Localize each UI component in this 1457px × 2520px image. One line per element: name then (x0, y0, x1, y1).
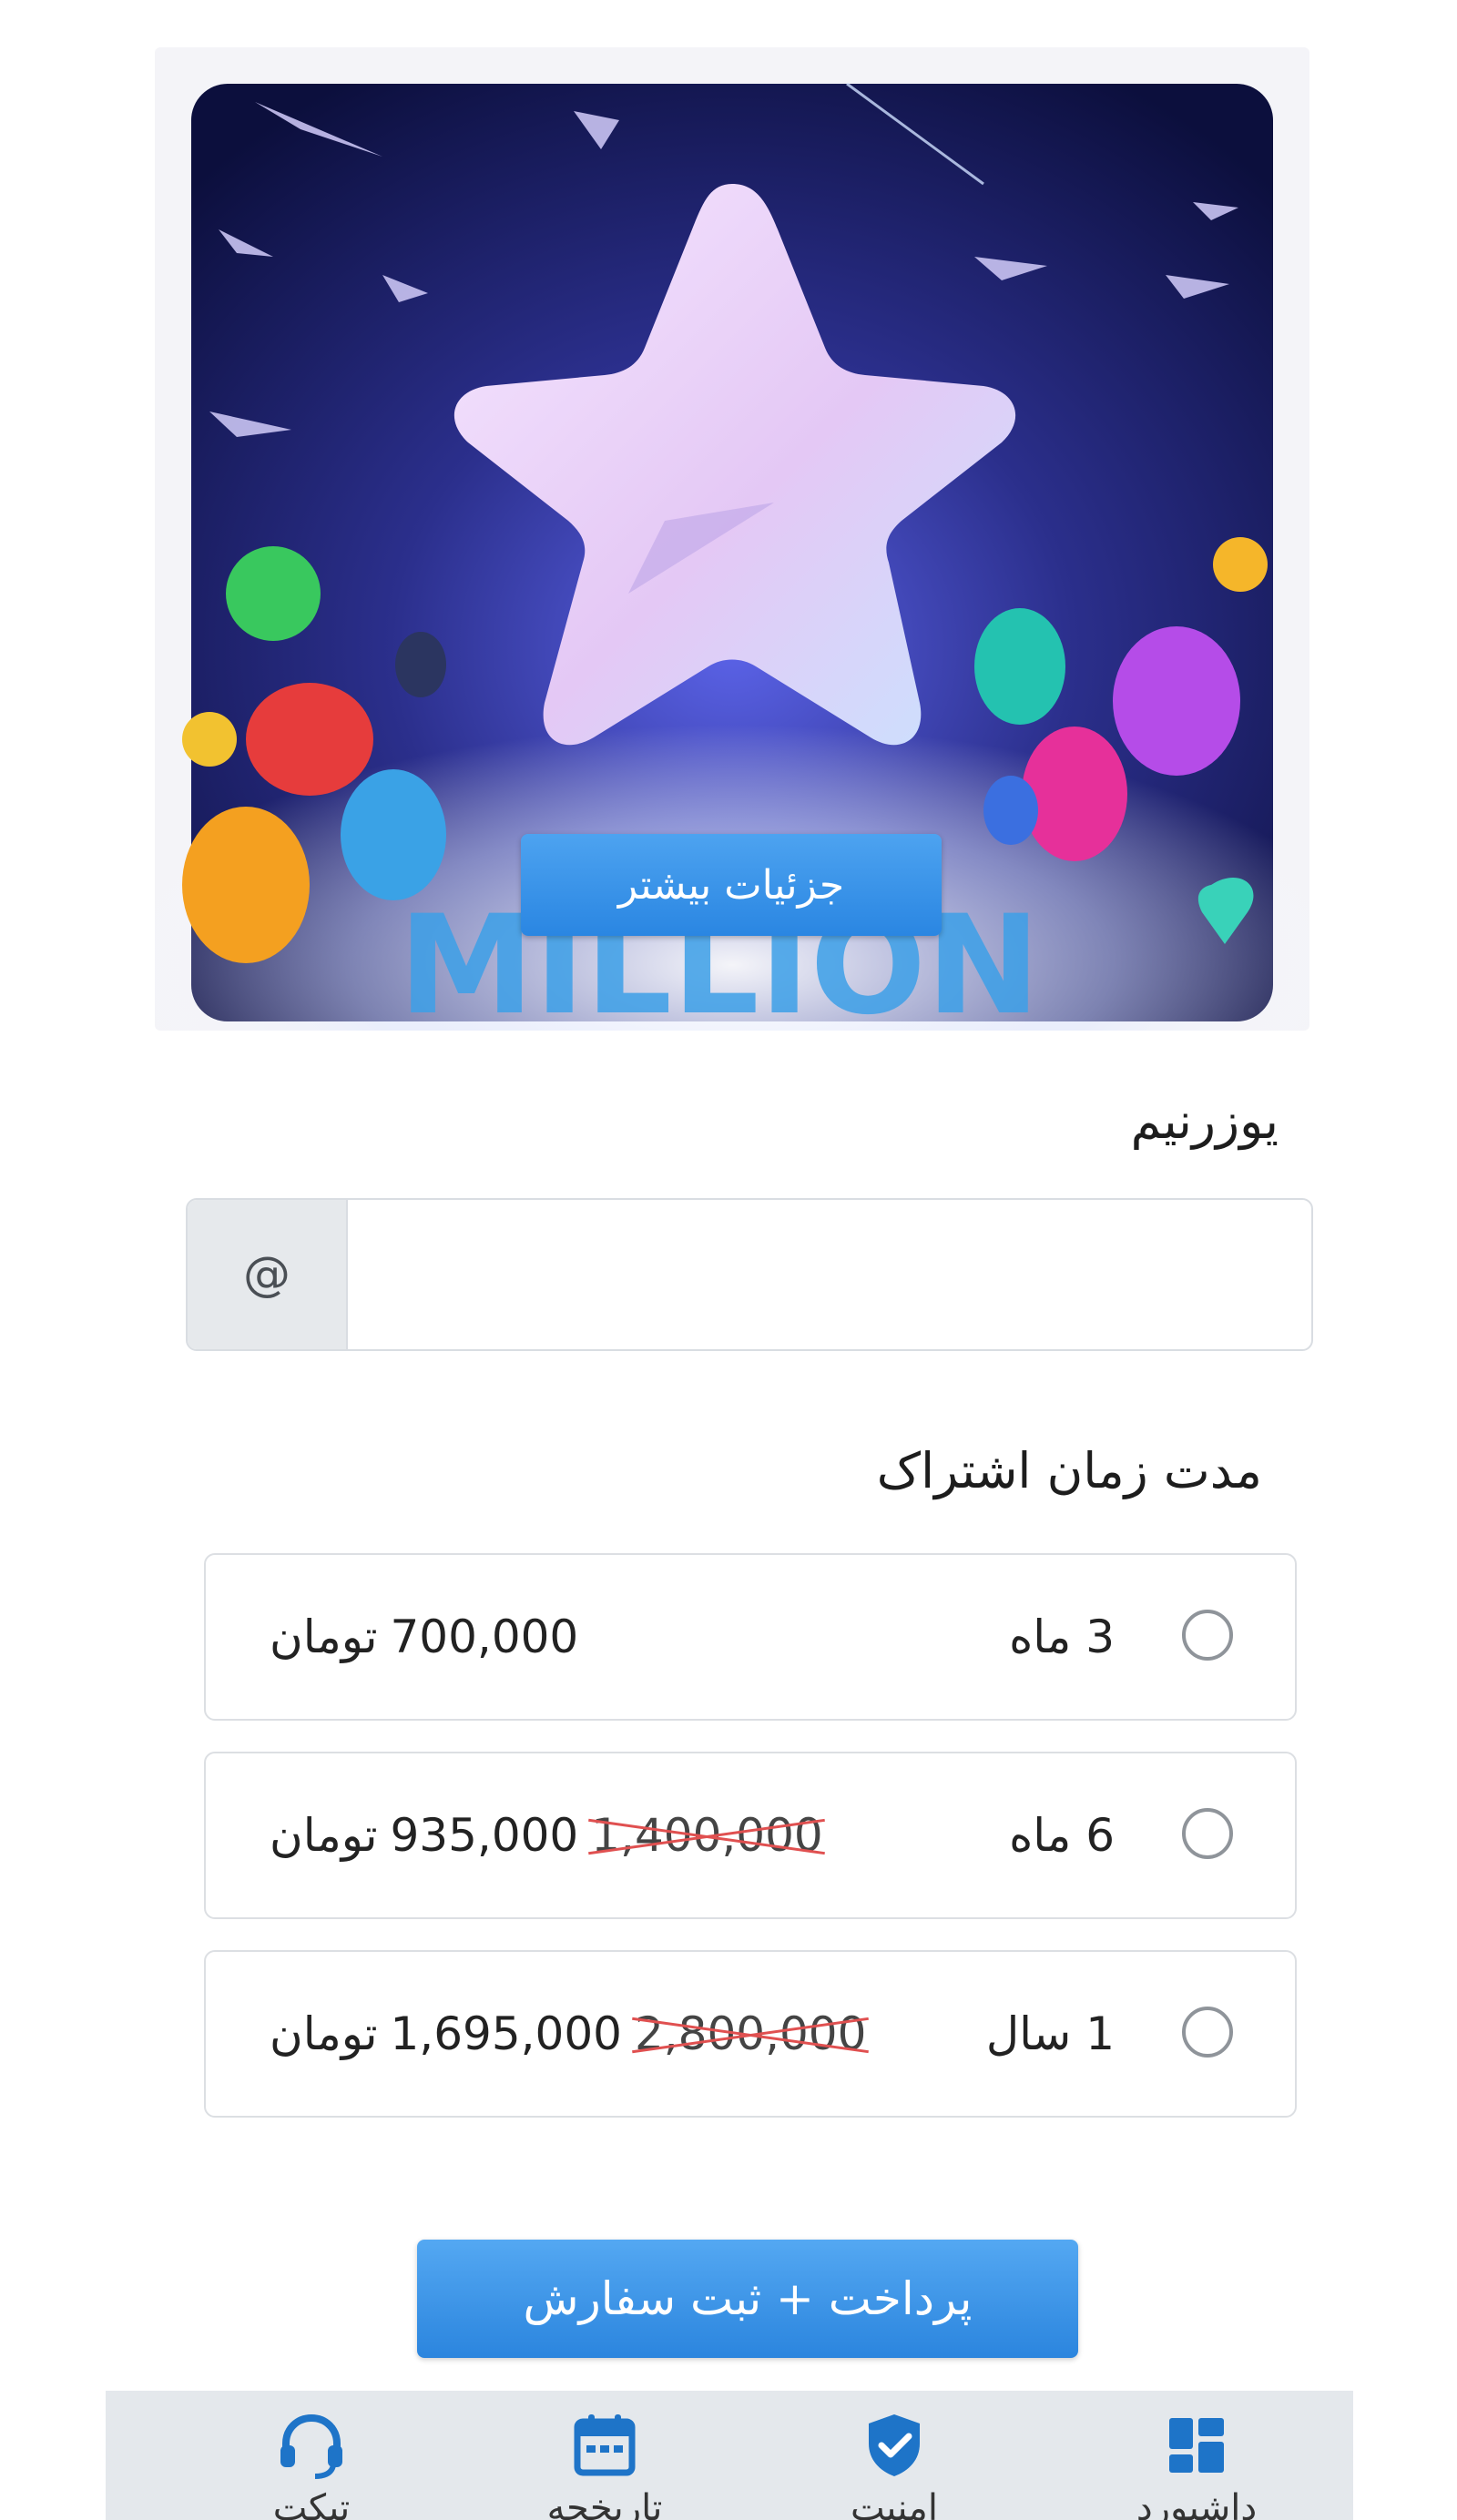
headset-icon (280, 2413, 342, 2479)
at-sign-prefix: @ (188, 1200, 348, 1349)
bottom-navigation: تیکت تاریخچه امنیت داشبورد (106, 2391, 1353, 2520)
dashboard-icon (1169, 2418, 1224, 2473)
currency-unit: تومان (270, 2007, 378, 2060)
current-price: 935,000 (390, 1809, 579, 1862)
nav-label: امنیت (851, 2487, 938, 2520)
shield-check-icon (869, 2414, 920, 2476)
nav-item-dashboard[interactable]: داشبورد (1087, 2391, 1306, 2520)
subscription-duration-label: مدت زمان اشتراک (876, 1442, 1262, 1499)
plan-option-3-months[interactable]: 3 ماه 700,000 تومان (204, 1553, 1297, 1721)
original-price-struck: 2,800,000 (634, 2007, 867, 2060)
nav-item-security[interactable]: امنیت (785, 2391, 1004, 2520)
nav-item-history[interactable]: تاریخچه (495, 2391, 714, 2520)
username-label: یوزرنیم (1130, 1092, 1279, 1150)
currency-unit: تومان (270, 1809, 378, 1862)
plan-price: 2,800,000 1,695,000 تومان (270, 1952, 882, 2116)
more-details-button[interactable]: جزئیات بیشتر (521, 834, 942, 936)
currency-unit: تومان (270, 1611, 378, 1663)
nav-label: داشبورد (1136, 2487, 1258, 2520)
plan-price: 700,000 تومان (270, 1555, 591, 1719)
radio-button[interactable] (1182, 1808, 1233, 1859)
pay-and-submit-order-button[interactable]: پرداخت + ثبت سفارش (417, 2240, 1078, 2358)
radio-button[interactable] (1182, 1610, 1233, 1661)
original-price-struck: 1,400,000 (591, 1809, 823, 1862)
plan-option-6-months[interactable]: 6 ماه 1,400,000 935,000 تومان (204, 1752, 1297, 1919)
calendar-icon (574, 2414, 636, 2476)
current-price: 1,695,000 (390, 2007, 622, 2060)
plan-duration: 6 ماه (1009, 1809, 1115, 1862)
nav-label: تاریخچه (546, 2487, 663, 2520)
plan-option-1-year[interactable]: 1 سال 2,800,000 1,695,000 تومان (204, 1950, 1297, 2118)
plan-duration: 1 سال (985, 2007, 1115, 2060)
promo-banner: MILLION جزئیات بیشتر (155, 47, 1309, 1031)
radio-button[interactable] (1182, 2007, 1233, 2058)
username-field-group: @ (186, 1198, 1313, 1351)
nav-label: تیکت (272, 2487, 351, 2520)
current-price: 700,000 (390, 1611, 579, 1663)
username-input[interactable] (348, 1200, 1311, 1349)
nav-item-ticket[interactable]: تیکت (202, 2391, 421, 2520)
plan-duration: 3 ماه (1009, 1611, 1115, 1663)
plan-price: 1,400,000 935,000 تومان (270, 1753, 840, 1917)
